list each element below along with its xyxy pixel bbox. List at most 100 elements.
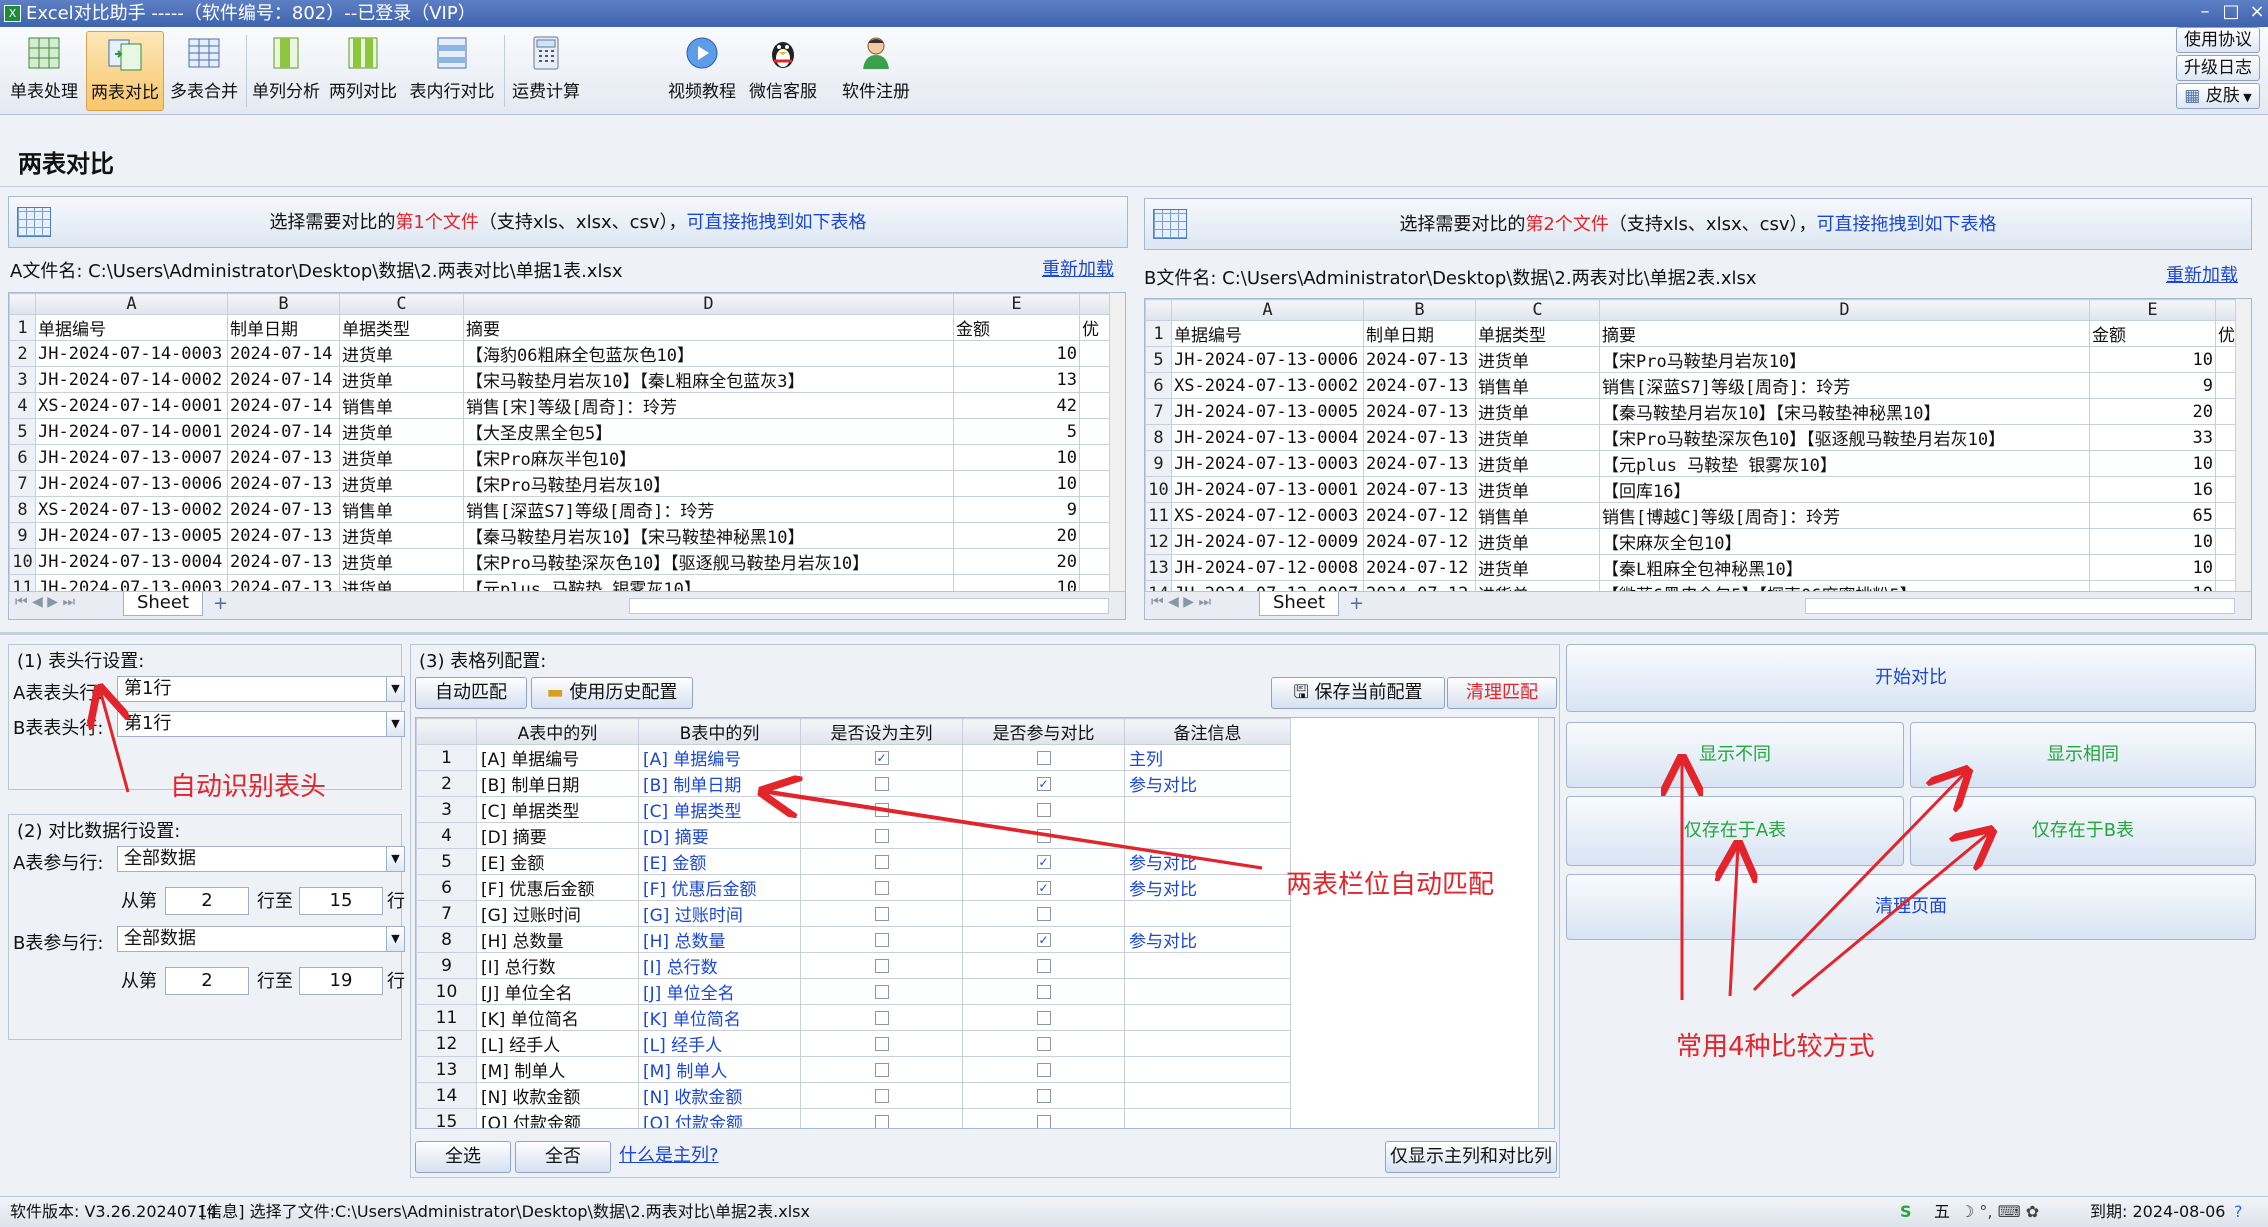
table-row[interactable]: 14 [N] 收款金额 [N] 收款金额 bbox=[416, 1082, 1291, 1109]
table-row[interactable]: 8 [H] 总数量 [H] 总数量 ✓ 参与对比 bbox=[416, 926, 1291, 953]
note-cell[interactable] bbox=[1124, 1030, 1291, 1057]
table-cell[interactable]: 销售[宋]等级[周奇]：玲芳 bbox=[463, 392, 954, 419]
table-cell[interactable]: 销售单 bbox=[339, 392, 464, 419]
main-column-checkbox[interactable] bbox=[874, 906, 889, 921]
table-cell[interactable]: 单据类型 bbox=[339, 314, 464, 341]
table-row[interactable]: 10 JH-2024-07-13-0001 2024-07-13 进货单 【回库16】 1… bbox=[1145, 476, 2236, 503]
help-icon[interactable]: ? bbox=[2234, 1197, 2243, 1227]
table-cell[interactable]: 销售[深蓝S7]等级[周奇]：玲芳 bbox=[463, 496, 954, 523]
file-b-reload-link[interactable]: 重新加载 bbox=[2166, 261, 2238, 287]
table-row[interactable]: 1 [A] 单据编号 [A] 单据编号 ✓ 主列 bbox=[416, 744, 1291, 771]
column-header[interactable]: E bbox=[953, 293, 1080, 315]
a-column-cell[interactable]: [L] 经手人 bbox=[476, 1030, 639, 1057]
toolbar-wechat-service[interactable]: 微信客服 bbox=[744, 31, 822, 111]
b-to-row-input[interactable]: 19 bbox=[299, 967, 383, 995]
note-cell[interactable] bbox=[1124, 1108, 1291, 1128]
a-column-cell[interactable]: [G] 过账时间 bbox=[476, 900, 639, 927]
show-diff-button[interactable]: 显示不同 bbox=[1566, 722, 1904, 788]
table-cell[interactable]: 【宋马鞍垫月岩灰10】【秦L粗麻全包蓝灰3】 bbox=[463, 366, 954, 393]
use-history-button[interactable]: ▬ 使用历史配置 bbox=[531, 677, 693, 709]
save-config-button[interactable]: 🖫 保存当前配置 bbox=[1271, 677, 1445, 709]
note-cell[interactable]: 参与对比 bbox=[1124, 874, 1291, 901]
table-row[interactable]: 12 JH-2024-07-12-0009 2024-07-12 进货单 【宋麻灰全包1… bbox=[1145, 528, 2236, 555]
a-column-cell[interactable]: [K] 单位简名 bbox=[476, 1004, 639, 1031]
select-none-button[interactable]: 全否 bbox=[515, 1141, 611, 1173]
ime-mode[interactable]: 五 bbox=[1934, 1197, 1950, 1227]
table-cell[interactable]: XS-2024-07-13-0002 bbox=[1171, 372, 1364, 399]
main-column-checkbox[interactable] bbox=[874, 984, 889, 999]
table-cell[interactable] bbox=[1079, 522, 1110, 549]
row-number[interactable]: 1 bbox=[1145, 320, 1172, 347]
a-column-cell[interactable]: [M] 制单人 bbox=[476, 1056, 639, 1083]
main-column-checkbox[interactable] bbox=[874, 828, 889, 843]
table-cell[interactable]: 销售[深蓝S7]等级[周奇]：玲芳 bbox=[1599, 372, 2090, 399]
table-cell[interactable]: JH-2024-07-13-0006 bbox=[35, 470, 228, 497]
note-cell[interactable] bbox=[1124, 796, 1291, 823]
table-cell[interactable] bbox=[1079, 340, 1110, 367]
table-cell[interactable]: JH-2024-07-13-0006 bbox=[1171, 346, 1364, 373]
table-cell[interactable]: 2024-07-12 bbox=[1363, 528, 1476, 555]
table-cell[interactable]: 进货单 bbox=[339, 444, 464, 471]
b-column-cell[interactable]: [L] 经手人 bbox=[638, 1030, 801, 1057]
table-cell[interactable]: 进货单 bbox=[339, 366, 464, 393]
table-cell[interactable]: 进货单 bbox=[1475, 450, 1600, 477]
table-cell[interactable]: 20 bbox=[953, 522, 1080, 549]
table-row[interactable]: 7 JH-2024-07-13-0005 2024-07-13 进货单 【秦马鞍垫月岩灰… bbox=[1145, 398, 2236, 425]
clear-match-button[interactable]: 清理匹配 bbox=[1447, 677, 1557, 709]
table-row[interactable]: 10 JH-2024-07-13-0004 2024-07-13 进货单 【宋Pro马鞍… bbox=[9, 548, 1110, 575]
table-row[interactable]: 5 [E] 金额 [E] 金额 ✓ 参与对比 bbox=[416, 848, 1291, 875]
a-column-cell[interactable]: [I] 总行数 bbox=[476, 952, 639, 979]
table-row[interactable]: 9 JH-2024-07-13-0005 2024-07-13 进货单 【秦马鞍垫月岩灰… bbox=[9, 522, 1110, 549]
start-compare-button[interactable]: 开始对比 bbox=[1566, 644, 2256, 712]
table-cell[interactable]: 10 bbox=[2089, 450, 2216, 477]
table-cell[interactable]: 【回库16】 bbox=[1599, 476, 2090, 503]
table-cell[interactable]: 进货单 bbox=[1475, 398, 1600, 425]
main-column-checkbox[interactable] bbox=[874, 1010, 889, 1025]
main-column-checkbox[interactable] bbox=[874, 1062, 889, 1077]
a-column-cell[interactable]: [H] 总数量 bbox=[476, 926, 639, 953]
table-cell[interactable]: 进货单 bbox=[1475, 424, 1600, 451]
toolbar-freight-calc[interactable]: 运费计算 bbox=[508, 31, 584, 111]
toolbar-two-table-compare[interactable]: 两表对比 bbox=[86, 31, 164, 111]
table-row[interactable]: 5 JH-2024-07-13-0006 2024-07-13 进货单 【宋Pro马鞍垫… bbox=[1145, 346, 2236, 373]
table-row[interactable]: 7 JH-2024-07-13-0006 2024-07-13 进货单 【宋Pro马鞍垫… bbox=[9, 470, 1110, 497]
a-column-cell[interactable]: [J] 单位全名 bbox=[476, 978, 639, 1005]
table-cell[interactable]: 42 bbox=[953, 392, 1080, 419]
row-number[interactable]: 4 bbox=[9, 392, 36, 419]
toolbar-row-compare[interactable]: 表内行对比 bbox=[404, 31, 500, 111]
compare-checkbox[interactable] bbox=[1036, 1010, 1051, 1025]
b-column-cell[interactable]: [K] 单位简名 bbox=[638, 1004, 801, 1031]
table-cell[interactable]: 2024-07-13 bbox=[1363, 450, 1476, 477]
row-number[interactable]: 11 bbox=[1145, 502, 1172, 529]
table-cell[interactable]: 2024-07-13 bbox=[1363, 346, 1476, 373]
table-row[interactable]: 3 JH-2024-07-14-0002 2024-07-14 进货单 【宋马鞍垫月岩灰… bbox=[9, 366, 1110, 393]
b-column-cell[interactable]: [G] 过账时间 bbox=[638, 900, 801, 927]
b-rows-select[interactable]: 全部数据 ▼ bbox=[117, 926, 405, 952]
table-cell[interactable] bbox=[2215, 372, 2236, 399]
table-cell[interactable]: 销售单 bbox=[1475, 502, 1600, 529]
select-all-button[interactable]: 全选 bbox=[415, 1141, 511, 1173]
table-cell[interactable]: 单据编号 bbox=[1171, 320, 1364, 347]
row-number[interactable]: 12 bbox=[1145, 528, 1172, 555]
column-config-scrollbar[interactable] bbox=[1538, 718, 1554, 1128]
row-number[interactable]: 6 bbox=[1145, 372, 1172, 399]
table-cell[interactable]: JH-2024-07-13-0007 bbox=[35, 444, 228, 471]
changelog-button[interactable]: 升级日志 bbox=[2176, 55, 2260, 81]
a-column-cell[interactable]: [D] 摘要 bbox=[476, 822, 639, 849]
file-a-vertical-scrollbar[interactable] bbox=[1109, 293, 1125, 593]
file-b-grid[interactable]: A B C D E 1 单据编号 制单日期 单据类型 摘要 金额优 5 JH-2024-07-… bbox=[1144, 298, 2252, 620]
column-header[interactable]: C bbox=[1475, 299, 1600, 321]
a-column-cell[interactable]: [F] 优惠后金额 bbox=[476, 874, 639, 901]
table-cell[interactable]: 金额 bbox=[2089, 320, 2216, 347]
compare-checkbox[interactable] bbox=[1036, 1114, 1051, 1128]
column-header[interactable]: C bbox=[339, 293, 464, 315]
close-icon[interactable]: × bbox=[2244, 0, 2268, 24]
ime-icon[interactable]: S bbox=[1900, 1197, 1912, 1227]
table-cell[interactable] bbox=[2215, 450, 2236, 477]
table-row[interactable]: 11 [K] 单位简名 [K] 单位简名 bbox=[416, 1004, 1291, 1031]
table-cell[interactable]: 摘要 bbox=[463, 314, 954, 341]
table-cell[interactable]: 2024-07-13 bbox=[227, 548, 340, 575]
add-sheet-icon[interactable]: + bbox=[213, 593, 228, 614]
column-header[interactable]: B bbox=[1363, 299, 1476, 321]
terms-button[interactable]: 使用协议 bbox=[2176, 27, 2260, 53]
